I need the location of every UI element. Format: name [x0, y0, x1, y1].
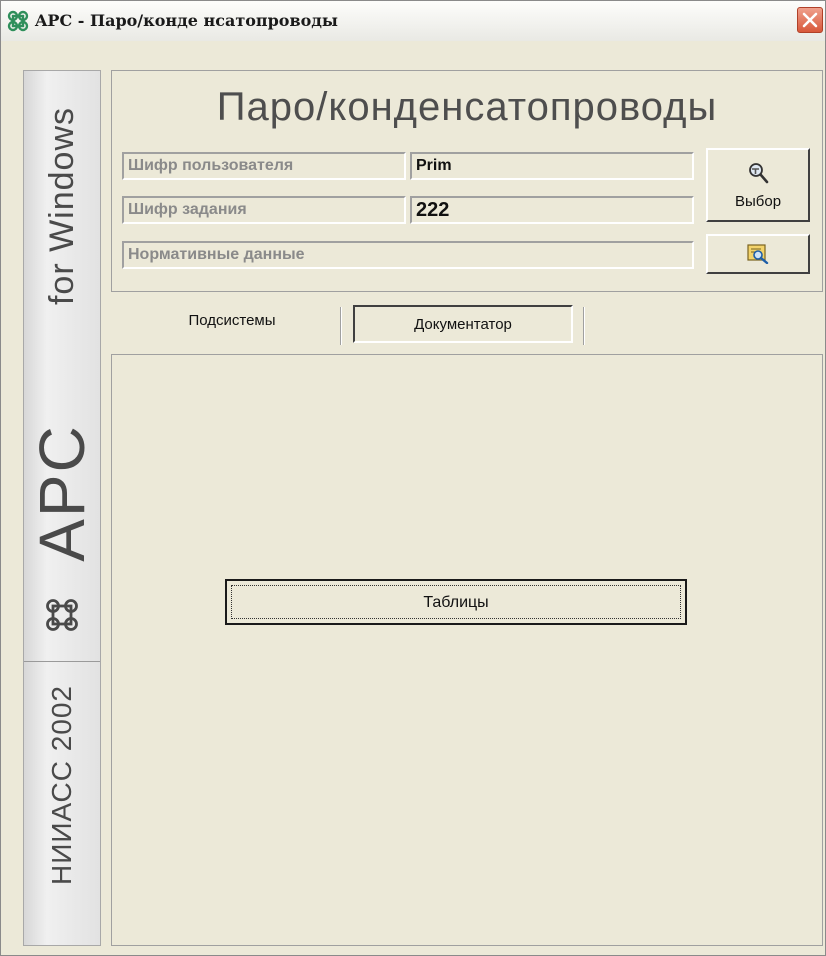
task-code-label: Шифр задания: [122, 196, 406, 224]
brand-apc: APC: [26, 424, 98, 562]
normative-data-button[interactable]: [706, 234, 810, 274]
window-client-area: for Windows APC НИИАСС 2002 Паро/конденс…: [1, 41, 825, 955]
brand-for-windows: for Windows: [43, 106, 81, 306]
view-document-icon: [747, 244, 769, 264]
select-button-label: Выбор: [734, 193, 782, 210]
tab-separator: [583, 307, 585, 345]
user-code-field[interactable]: Prim: [410, 152, 694, 180]
title-bar[interactable]: APC - Паро/конде нсатопроводы: [1, 1, 825, 42]
brand-org: НИИАСС 2002: [46, 684, 77, 886]
task-code-field[interactable]: 222: [410, 196, 694, 224]
documentator-panel: Таблицы: [111, 354, 823, 946]
close-icon: [802, 12, 818, 28]
window-title-module: Паро/конде нсатопроводы: [89, 11, 338, 30]
command-symbol-icon: [46, 599, 78, 631]
select-button[interactable]: Выбор: [706, 148, 810, 222]
brand-sidebar: for Windows APC НИИАСС 2002: [23, 70, 101, 946]
app-window: APC - Паро/конде нсатопроводы for Window…: [0, 0, 826, 956]
normative-data-field: Нормативные данные: [122, 241, 694, 269]
window-title-separator: -: [72, 11, 90, 30]
app-logo-icon: [7, 10, 29, 32]
tables-button-label: Таблицы: [231, 585, 681, 619]
tab-documentator[interactable]: Документатор: [353, 305, 573, 343]
page-title: Паро/конденсатопроводы: [216, 85, 718, 129]
tab-subsystems[interactable]: Подсистемы: [126, 303, 338, 343]
tab-separator: [340, 307, 342, 345]
window-title-app: APC: [35, 11, 73, 30]
header-panel: Паро/конденсатопроводы Шифр пользователя…: [111, 70, 823, 292]
tables-button[interactable]: Таблицы: [225, 579, 687, 625]
window-title: APC - Паро/конде нсатопроводы: [35, 11, 338, 30]
close-button[interactable]: [797, 7, 823, 33]
brand-divider: [24, 661, 100, 662]
user-code-label: Шифр пользователя: [122, 152, 406, 180]
magnifier-hammer-icon: [749, 163, 769, 184]
